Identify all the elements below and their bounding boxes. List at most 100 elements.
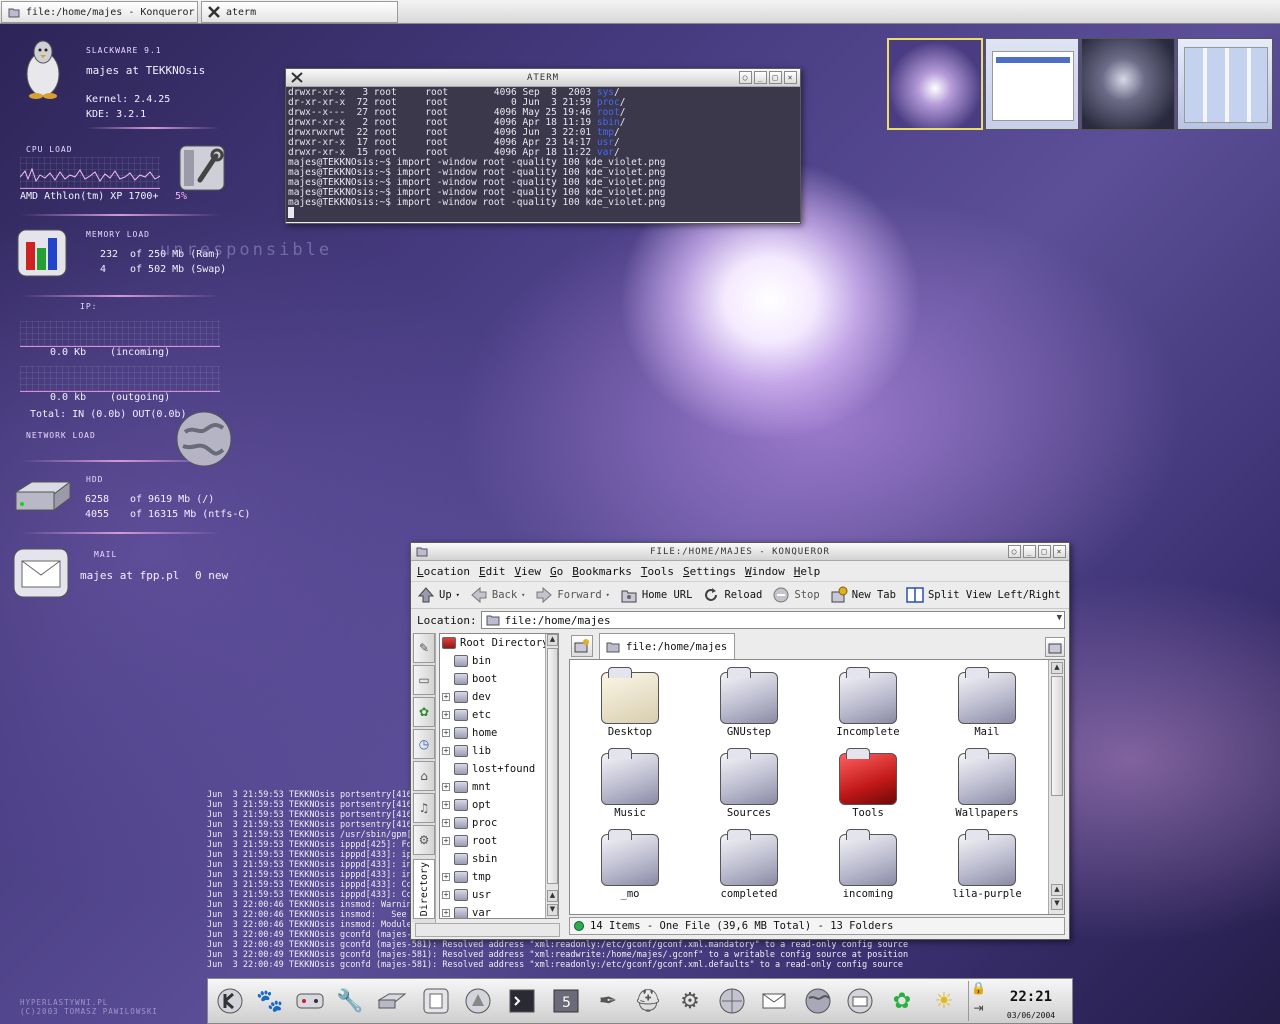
file-item-completed[interactable]: completed xyxy=(699,829,799,900)
new-tab-corner-button[interactable] xyxy=(571,635,593,657)
window-icon[interactable]: 5 xyxy=(550,985,582,1017)
menu-bookmarks[interactable]: Bookmarks xyxy=(572,565,632,578)
expand-icon[interactable]: + xyxy=(442,891,450,899)
email-icon[interactable] xyxy=(844,985,876,1017)
file-item-lila-purple[interactable]: lila-purple xyxy=(937,829,1037,900)
desktop-files-icon[interactable] xyxy=(420,985,452,1017)
menu-help[interactable]: Help xyxy=(794,565,821,578)
menu-settings[interactable]: Settings xyxy=(683,565,736,578)
expand-icon[interactable]: + xyxy=(442,693,450,701)
expand-icon[interactable]: + xyxy=(442,711,450,719)
tree-item-proc[interactable]: + proc xyxy=(440,814,558,832)
tree-scrollbar[interactable]: ▲ ▲ ▼ xyxy=(545,634,558,918)
expand-icon[interactable]: + xyxy=(442,783,450,791)
minimize-button[interactable]: _ xyxy=(1023,545,1036,558)
pager-desktop-2[interactable] xyxy=(985,38,1079,130)
file-item-sources[interactable]: Sources xyxy=(699,748,799,819)
menu-go[interactable]: Go xyxy=(550,565,563,578)
tree-item-lib[interactable]: + lib xyxy=(440,742,558,760)
tree-item-sbin[interactable]: sbin xyxy=(440,850,558,868)
tree-item-tmp[interactable]: + tmp xyxy=(440,868,558,886)
split-view-button[interactable]: Split View Left/Right xyxy=(906,586,1061,604)
pen-icon[interactable]: ✒ xyxy=(592,985,624,1017)
terminal-icon[interactable] xyxy=(506,985,538,1017)
maximize-button[interactable]: □ xyxy=(769,71,782,84)
new-tab-button[interactable]: New Tab xyxy=(830,586,896,604)
drive-icon[interactable] xyxy=(376,985,408,1017)
browser-icon[interactable] xyxy=(716,985,748,1017)
x-icon[interactable] xyxy=(290,71,304,84)
gamepad-icon[interactable] xyxy=(294,985,326,1017)
k-menu-icon[interactable] xyxy=(214,985,246,1017)
file-item-incomplete[interactable]: Incomplete xyxy=(818,667,918,738)
back-button[interactable]: Back ▾ xyxy=(470,586,525,604)
clock-applet[interactable]: 22:21 03/06/2004 xyxy=(990,981,1072,1021)
sidebar-tab-bookmarks[interactable]: ✎ xyxy=(413,633,435,663)
file-item-music[interactable]: Music xyxy=(580,748,680,819)
tree-item-usr[interactable]: + usr xyxy=(440,886,558,904)
tree-item-boot[interactable]: boot xyxy=(440,670,558,688)
expand-icon[interactable]: + xyxy=(442,801,450,809)
reload-button[interactable]: Reload xyxy=(702,586,762,604)
expand-icon[interactable]: + xyxy=(442,837,450,845)
maximize-button[interactable]: □ xyxy=(1038,545,1051,558)
logout-icon[interactable]: ⇥ xyxy=(969,1001,988,1021)
wrench-icon[interactable]: 🔧 xyxy=(334,985,366,1017)
close-tab-button[interactable] xyxy=(1045,637,1065,657)
lock-icon[interactable]: 🔒 xyxy=(969,981,988,1001)
tree-item-dev[interactable]: + dev xyxy=(440,688,558,706)
menu-edit[interactable]: Edit xyxy=(479,565,506,578)
expand-icon[interactable]: + xyxy=(442,873,450,881)
terminal-output[interactable]: drwxr-xr-x 3 root root 4096 Sep 8 2003 s… xyxy=(286,87,800,222)
sidebar-tab-home[interactable]: ⌂ xyxy=(413,761,435,791)
konqueror-launcher-icon[interactable] xyxy=(462,985,494,1017)
icon-view-scrollbar[interactable]: ▲ ▲ ▼ xyxy=(1048,660,1064,914)
file-item--mo[interactable]: _mo xyxy=(580,829,680,900)
menu-tools[interactable]: Tools xyxy=(641,565,674,578)
sidebar-tab-directory[interactable]: Directory xyxy=(413,859,435,919)
expand-icon[interactable]: + xyxy=(442,819,450,827)
up-button[interactable]: Up ▾ xyxy=(417,586,460,604)
sticky-button[interactable]: ○ xyxy=(1008,545,1021,558)
settings-gear-icon[interactable]: ⚙ xyxy=(674,985,706,1017)
expand-icon[interactable]: + xyxy=(442,747,450,755)
tree-item-opt[interactable]: + opt xyxy=(440,796,558,814)
tree-item-root[interactable]: + root xyxy=(440,832,558,850)
stop-button[interactable]: Stop xyxy=(772,586,820,604)
pager-desktop-4[interactable] xyxy=(1177,38,1273,130)
pager-desktop-3[interactable] xyxy=(1081,38,1175,130)
forward-button[interactable]: Forward ▾ xyxy=(535,586,610,604)
file-item-desktop[interactable]: Desktop xyxy=(580,667,680,738)
tree-item-bin[interactable]: bin xyxy=(440,652,558,670)
tree-item-etc[interactable]: + etc xyxy=(440,706,558,724)
tab-home-majes[interactable]: file:/home/majes xyxy=(599,633,735,659)
weather-sun-icon[interactable]: ☀ xyxy=(928,985,960,1017)
close-button[interactable]: × xyxy=(784,71,797,84)
tree-item-var[interactable]: + var xyxy=(440,904,558,918)
sticky-button[interactable]: ○ xyxy=(739,71,752,84)
menu-location[interactable]: Location xyxy=(417,565,470,578)
sidebar-tab-devices[interactable]: ▭ xyxy=(413,665,435,695)
sidebar-tab-history[interactable]: ◷ xyxy=(413,729,435,759)
minimize-button[interactable]: _ xyxy=(754,71,767,84)
tree-item-home[interactable]: + home xyxy=(440,724,558,742)
chevron-down-icon[interactable]: ▼ xyxy=(1057,613,1062,623)
gnome-foot-icon[interactable]: 🐾 xyxy=(254,985,286,1017)
tree-item-root[interactable]: Root Directory xyxy=(440,634,558,652)
konqueror-icon[interactable] xyxy=(415,545,429,558)
expand-icon[interactable]: + xyxy=(442,909,450,917)
menu-view[interactable]: View xyxy=(514,565,541,578)
expand-icon[interactable]: + xyxy=(442,729,450,737)
tree-item-lostfound[interactable]: lost+found xyxy=(440,760,558,778)
menu-window[interactable]: Window xyxy=(745,565,785,578)
close-button[interactable]: × xyxy=(1053,545,1066,558)
konqueror-titlebar[interactable]: FILE:/HOME/MAJES - KONQUEROR ○ _ □ × xyxy=(411,543,1069,561)
file-item-gnustep[interactable]: GNUstep xyxy=(699,667,799,738)
task-konqueror[interactable]: file:/home/majes - Konqueror xyxy=(1,1,198,23)
pager-desktop-1[interactable] xyxy=(887,38,983,130)
gnome-flower-icon[interactable]: ✿ xyxy=(886,985,918,1017)
globe-launcher-icon[interactable] xyxy=(802,985,834,1017)
home-button[interactable]: Home URL xyxy=(620,586,692,604)
file-item-wallpapers[interactable]: Wallpapers xyxy=(937,748,1037,819)
sidebar-tab-network[interactable]: ✿ xyxy=(413,697,435,727)
